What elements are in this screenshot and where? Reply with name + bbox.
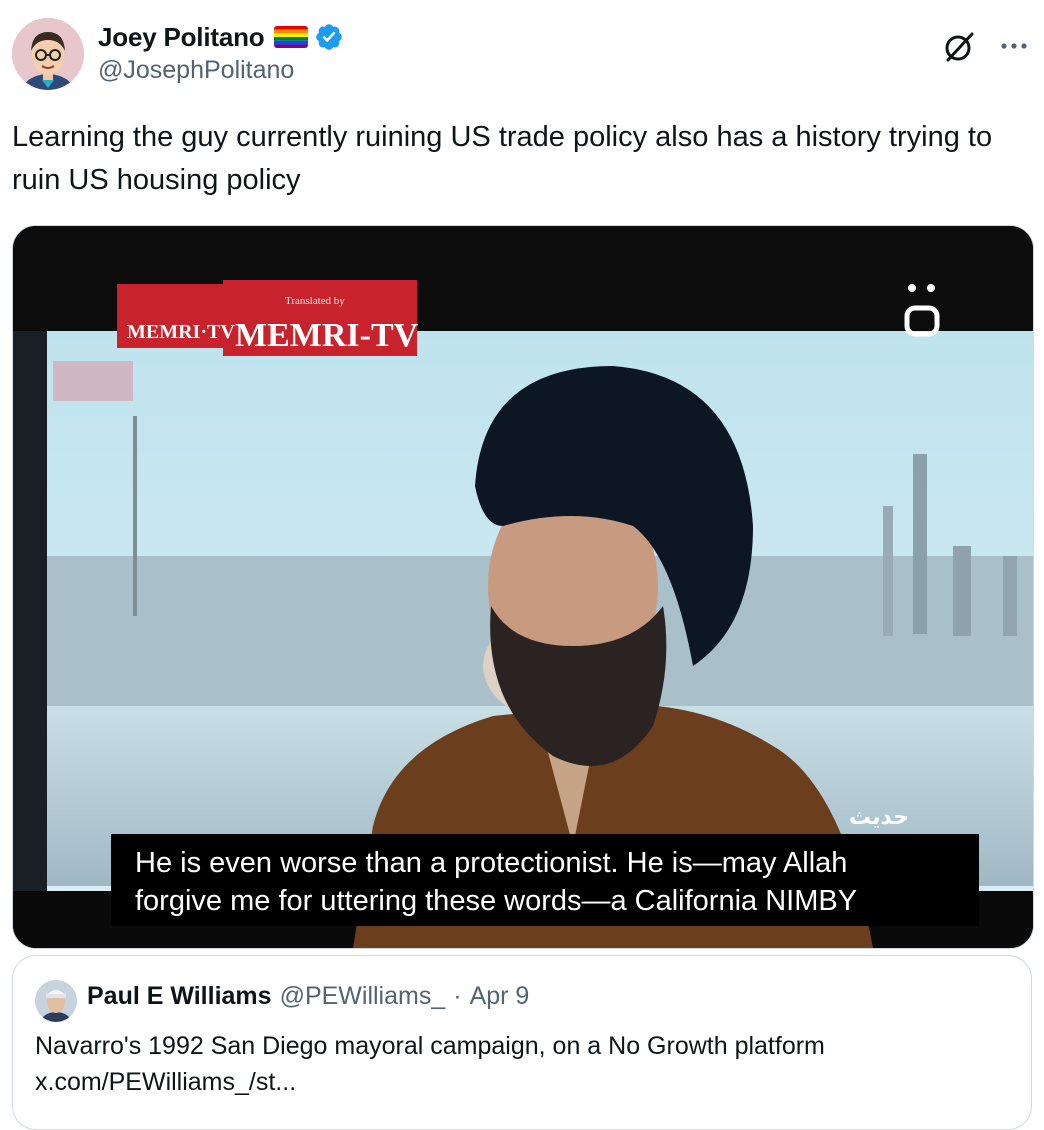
tweet: Joey Politano @JosephPolitano Learning t… (0, 0, 1044, 1130)
author-handle[interactable]: @JosephPolitano (98, 56, 294, 85)
quoted-author-handle[interactable]: @PEWilliams_ (280, 982, 446, 1011)
tweet-text: Learning the guy currently ruining US tr… (12, 121, 993, 196)
subtitle-line-2: forgive me for uttering these words—a Ca… (135, 885, 858, 917)
svg-text:Translated by: Translated by (285, 295, 345, 307)
quoted-text: Navarro's 1992 San Diego mayoral campaig… (35, 1028, 1015, 1100)
quoted-link[interactable]: x.com/PEWilliams_/st... (35, 1064, 1015, 1100)
quoted-text-line-1: Navarro's 1992 San Diego mayoral campaig… (35, 1032, 825, 1060)
svg-text:MEMRI-TV: MEMRI-TV (235, 317, 419, 354)
tweet-media-image[interactable]: MEMRI·TV MEMRI-TV Translated by حديث He … (12, 225, 1034, 949)
svg-text:حديث: حديث (849, 805, 909, 830)
quoted-header: Paul E Williams @PEWilliams_ · Apr 9 (87, 982, 529, 1011)
quoted-author-name[interactable]: Paul E Williams (87, 982, 272, 1011)
quoted-author-avatar[interactable] (35, 980, 77, 1022)
grok-icon[interactable] (940, 26, 980, 66)
video-subtitle: He is even worse than a protectionist. H… (111, 834, 979, 926)
subtitle-line-1: He is even worse than a protectionist. H… (135, 847, 848, 879)
quoted-date[interactable]: Apr 9 (470, 982, 530, 1011)
author-display-name[interactable]: Joey Politano (98, 22, 265, 53)
quoted-tweet[interactable]: Paul E Williams @PEWilliams_ · Apr 9 Nav… (12, 955, 1032, 1130)
verified-badge-icon[interactable] (314, 22, 344, 52)
rainbow-flag-icon (274, 26, 309, 48)
author-name-row: Joey Politano (98, 20, 344, 54)
svg-text:MEMRI·TV: MEMRI·TV (127, 321, 235, 343)
more-options-icon[interactable] (994, 28, 1034, 64)
author-avatar[interactable] (12, 18, 84, 90)
quoted-separator: · (453, 982, 462, 1010)
